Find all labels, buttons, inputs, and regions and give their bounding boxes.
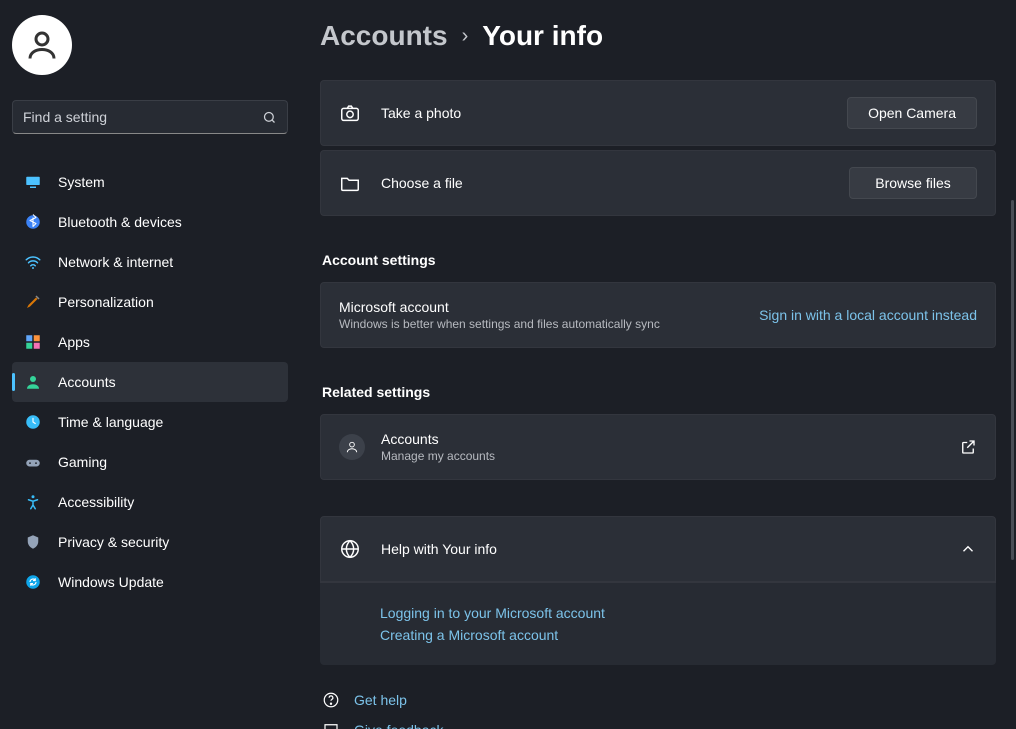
give-feedback-link[interactable]: Give feedback [354, 722, 444, 729]
breadcrumb: Accounts › Your info [320, 20, 996, 52]
search-icon [262, 110, 277, 125]
card-title: Choose a file [381, 175, 849, 191]
bluetooth-icon [24, 213, 42, 231]
breadcrumb-parent[interactable]: Accounts [320, 20, 448, 52]
sidebar-item-label: Accessibility [58, 494, 134, 510]
sidebar: System Bluetooth & devices Network & int… [0, 0, 300, 729]
sidebar-item-accounts[interactable]: Accounts [12, 362, 288, 402]
card-title: Accounts [381, 431, 959, 447]
card-related-accounts[interactable]: Accounts Manage my accounts [320, 414, 996, 480]
sidebar-item-gaming[interactable]: Gaming [12, 442, 288, 482]
camera-icon [339, 102, 361, 124]
footer-links: Get help Give feedback [320, 691, 996, 729]
sync-icon [24, 573, 42, 591]
sidebar-item-label: Bluetooth & devices [58, 214, 182, 230]
accessibility-icon [24, 493, 42, 511]
sidebar-item-network[interactable]: Network & internet [12, 242, 288, 282]
section-header-related-settings: Related settings [322, 384, 996, 400]
person-icon [24, 27, 60, 63]
nav-list: System Bluetooth & devices Network & int… [12, 162, 288, 602]
card-title: Help with Your info [381, 541, 959, 557]
clock-icon [24, 413, 42, 431]
chevron-right-icon: › [462, 25, 469, 48]
sidebar-item-time[interactable]: Time & language [12, 402, 288, 442]
globe-help-icon [339, 538, 361, 560]
card-subtitle: Windows is better when settings and file… [339, 317, 759, 331]
sidebar-item-bluetooth[interactable]: Bluetooth & devices [12, 202, 288, 242]
help-link-create[interactable]: Creating a Microsoft account [380, 627, 978, 643]
sign-in-local-account-link[interactable]: Sign in with a local account instead [759, 307, 977, 323]
main-content: Accounts › Your info Take a photo Open C… [300, 0, 1016, 729]
get-help-row[interactable]: Get help [320, 691, 996, 709]
person-icon [24, 373, 42, 391]
get-help-link[interactable]: Get help [354, 692, 407, 708]
sidebar-item-privacy[interactable]: Privacy & security [12, 522, 288, 562]
folder-icon [339, 172, 361, 194]
feedback-icon [322, 721, 340, 729]
give-feedback-row[interactable]: Give feedback [320, 721, 996, 729]
gamepad-icon [24, 453, 42, 471]
sidebar-item-label: Network & internet [58, 254, 173, 270]
card-title: Take a photo [381, 105, 847, 121]
sidebar-item-label: Accounts [58, 374, 116, 390]
sidebar-item-label: Apps [58, 334, 90, 350]
sidebar-item-accessibility[interactable]: Accessibility [12, 482, 288, 522]
sidebar-item-label: Time & language [58, 414, 163, 430]
page-title: Your info [482, 20, 603, 52]
sidebar-item-label: Privacy & security [58, 534, 169, 550]
card-take-photo: Take a photo Open Camera [320, 80, 996, 146]
sidebar-item-apps[interactable]: Apps [12, 322, 288, 362]
sidebar-item-label: Personalization [58, 294, 154, 310]
section-header-account-settings: Account settings [322, 252, 996, 268]
scrollbar[interactable] [1011, 200, 1014, 560]
help-icon [322, 691, 340, 709]
help-link-login[interactable]: Logging in to your Microsoft account [380, 605, 978, 621]
card-choose-file: Choose a file Browse files [320, 150, 996, 216]
sidebar-item-update[interactable]: Windows Update [12, 562, 288, 602]
grid-icon [24, 333, 42, 351]
open-camera-button[interactable]: Open Camera [847, 97, 977, 129]
brush-icon [24, 293, 42, 311]
chevron-up-icon [959, 540, 977, 558]
search-input[interactable] [23, 109, 262, 125]
card-microsoft-account: Microsoft account Windows is better when… [320, 282, 996, 348]
wifi-icon [24, 253, 42, 271]
sidebar-item-personalization[interactable]: Personalization [12, 282, 288, 322]
person-icon [339, 434, 365, 460]
sidebar-item-label: System [58, 174, 105, 190]
browse-files-button[interactable]: Browse files [849, 167, 977, 199]
card-subtitle: Manage my accounts [381, 449, 959, 463]
card-help-expander[interactable]: Help with Your info [320, 516, 996, 582]
monitor-icon [24, 173, 42, 191]
avatar[interactable] [12, 15, 72, 75]
shield-icon [24, 533, 42, 551]
open-external-icon [959, 438, 977, 456]
sidebar-item-label: Gaming [58, 454, 107, 470]
sidebar-item-system[interactable]: System [12, 162, 288, 202]
card-title: Microsoft account [339, 299, 759, 315]
sidebar-item-label: Windows Update [58, 574, 164, 590]
help-panel: Logging in to your Microsoft account Cre… [320, 582, 996, 665]
search-box[interactable] [12, 100, 288, 134]
